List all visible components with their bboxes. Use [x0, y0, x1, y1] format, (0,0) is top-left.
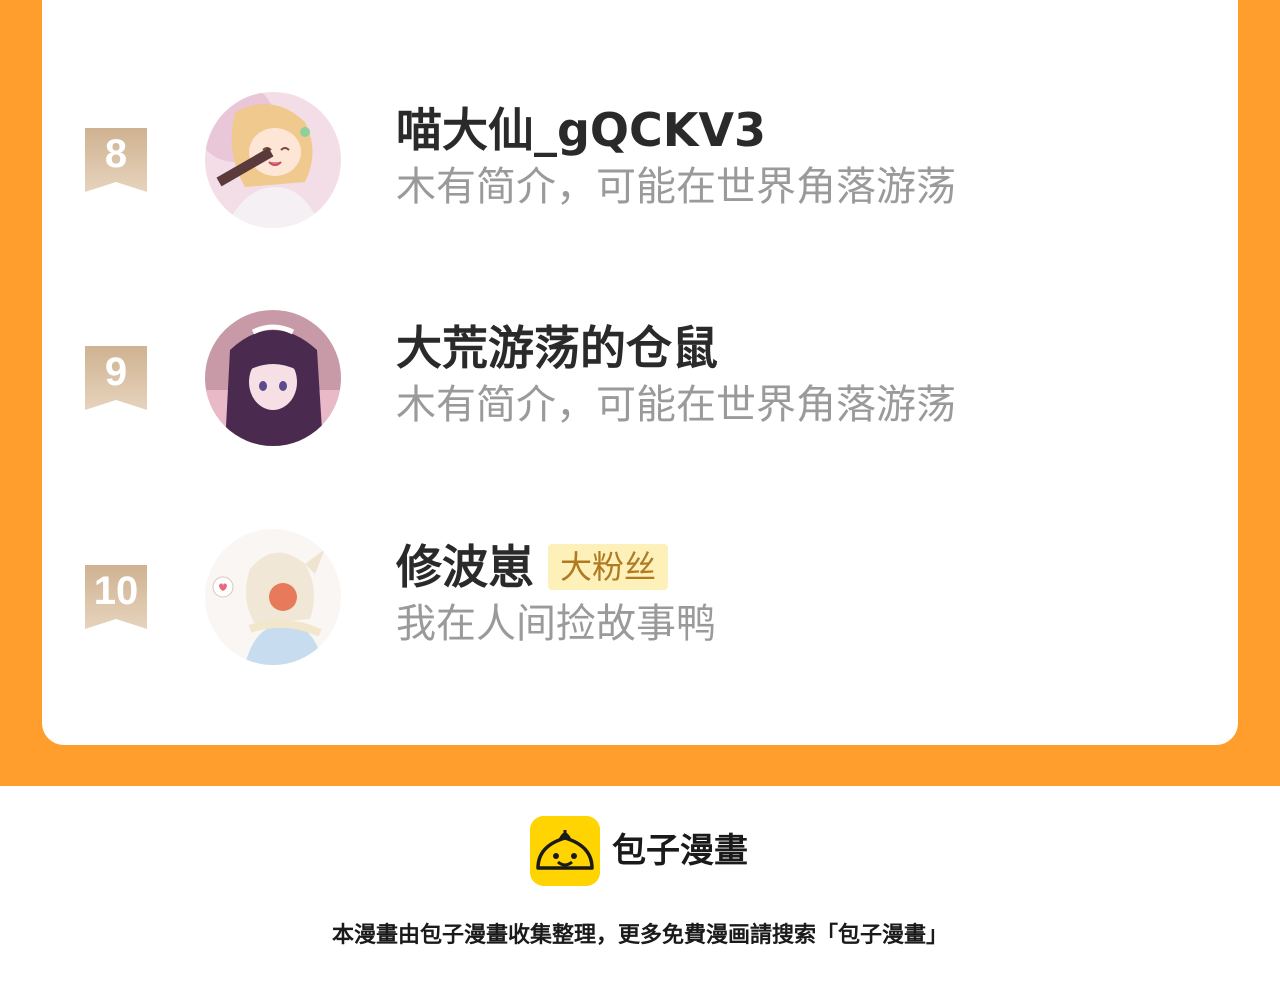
user-bio: 木有简介，可能在世界角落游荡 [396, 164, 956, 210]
rank-number: 9 [104, 350, 128, 394]
user-bio: 我在人间捡故事鸭 [396, 601, 716, 647]
user-bio: 木有简介，可能在世界角落游荡 [396, 382, 956, 428]
user-avatar[interactable] [205, 529, 341, 665]
rank-ribbon: 8 [85, 128, 147, 192]
user-name[interactable]: 修波崽 大粉丝 [396, 539, 669, 595]
user-name[interactable]: 喵大仙_gQCKV3 [396, 102, 766, 158]
user-name-text[interactable]: 修波崽 [396, 540, 534, 594]
user-avatar[interactable] [205, 92, 341, 228]
fan-badge: 大粉丝 [548, 543, 669, 590]
avatar-image [205, 310, 341, 446]
source-notice: 本漫畫由包子漫畫收集整理，更多免費漫画請搜索「包子漫畫」 [331, 923, 948, 948]
rank-number: 10 [93, 569, 139, 613]
user-name-text[interactable]: 喵大仙_gQCKV3 [396, 103, 766, 157]
bun-logo-icon [530, 816, 600, 886]
rank-ribbon: 10 [85, 565, 147, 629]
ranking-row-9[interactable]: 9 大荒游荡的仓鼠 木有简介，可能在世界角落游荡 [0, 308, 1280, 448]
ranking-row-10[interactable]: 10 修波崽 大粉丝 我在人间捡故事鸭 [0, 527, 1280, 667]
brand-name: 包子漫畫 [612, 831, 748, 871]
user-avatar[interactable] [205, 310, 341, 446]
user-name[interactable]: 大荒游荡的仓鼠 [396, 320, 718, 376]
bun-icon [530, 816, 600, 886]
user-name-text[interactable]: 大荒游荡的仓鼠 [396, 321, 718, 375]
avatar-image [205, 529, 341, 665]
ranking-row-8[interactable]: 8 喵大仙_gQCKV3 木有简介，可能在世界角落游荡 [0, 90, 1280, 230]
rank-number: 8 [104, 132, 128, 176]
rank-ribbon: 9 [85, 346, 147, 410]
avatar-image [205, 92, 341, 228]
